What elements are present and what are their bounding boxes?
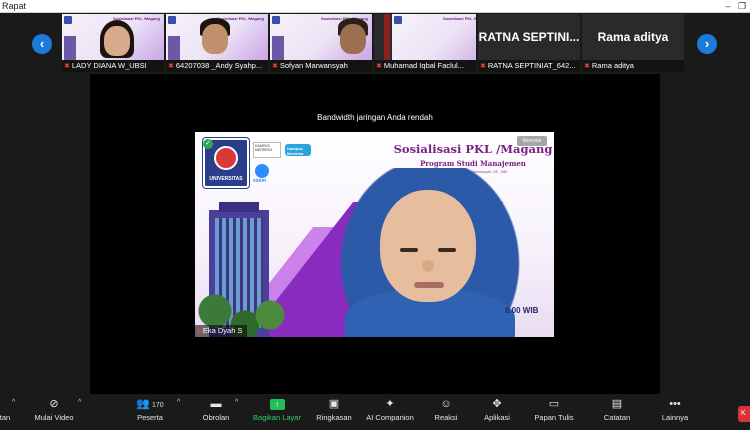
partner-logos: KAMPUS MERDEKA Kampus Merdeka zoom: [253, 142, 313, 184]
whiteboard-icon: ▭: [548, 398, 560, 410]
summary-button[interactable]: ▣ Ringkasan: [313, 397, 355, 422]
chat-options-caret[interactable]: ^: [235, 399, 238, 406]
participant-tile[interactable]: Sosialisasi PKL /Magang ✖Muhamad Iqbal F…: [374, 14, 476, 72]
muted-mic-icon: ✖: [64, 63, 70, 70]
participant-name: ✖ Muhamad Iqbal Faclul...: [374, 60, 476, 72]
participant-video: Sosialisasi PKL /Magang: [62, 14, 164, 60]
partner-logo: Kampus Merdeka: [285, 144, 311, 156]
main-stage: Bandwidth jaringan Anda rendah UNIVERSIT…: [90, 74, 660, 394]
participant-video: Sosialisasi PKL /Magang: [166, 14, 268, 60]
end-meeting-button[interactable]: K: [738, 406, 750, 422]
summary-icon: ▣: [328, 398, 340, 410]
slide-subtitle: Program Studi Manajemen: [420, 159, 526, 168]
notes-button[interactable]: ▤ Catatan: [600, 397, 634, 422]
muted-mic-icon: ✖: [584, 63, 590, 70]
shared-screen[interactable]: UNIVERSITAS ✓ KAMPUS MERDEKA Kampus Merd…: [195, 132, 554, 337]
video-options-caret[interactable]: ^: [78, 399, 81, 406]
participant-gallery: ‹ Sosialisasi PKL /Magang ✖ LADY DIANA W_…: [0, 14, 750, 74]
restore-icon[interactable]: ❐: [736, 0, 748, 12]
participant-tile[interactable]: Rama aditya ✖ Rama aditya: [582, 14, 684, 72]
more-button[interactable]: ••• Lainnya: [658, 397, 692, 422]
chat-icon: ▬: [210, 398, 222, 410]
participant-name-display: Rama aditya: [597, 30, 669, 44]
participant-name: ✖ 64207038 _Andy Syahp...: [166, 60, 268, 72]
audio-button[interactable]: tan: [0, 397, 12, 422]
participant-video: Sosialisasi PKL /Magang: [374, 14, 476, 60]
participant-tile[interactable]: Sosialisasi PKL /Magang ✖ 64207038 _Andy …: [166, 14, 268, 72]
participants-options-caret[interactable]: ^: [177, 399, 180, 406]
zoom-logo-text: zoom: [253, 178, 267, 184]
video-off-icon: ⊘: [49, 398, 59, 410]
participant-name: ✖ RATNA SEPTINIAT_642...: [478, 60, 580, 72]
presenter-name-tag: ▮ Eka Dyah S: [195, 325, 248, 337]
meeting-toolbar: tan ^ ⊘ Mulai Video ^ 👥 170 Peserta ^ ▬ O…: [0, 394, 750, 430]
participants-button[interactable]: 👥 170 Peserta: [130, 397, 170, 422]
share-screen-icon: ↑: [269, 399, 285, 410]
participants-count: 170: [152, 402, 164, 409]
muted-mic-icon: ✖: [480, 63, 486, 70]
sparkle-icon: ✦: [385, 398, 395, 410]
muted-mic-icon: ✖: [376, 63, 382, 70]
reactions-button[interactable]: ☺ Reaksi: [430, 397, 462, 422]
mic-signal-icon: ▮: [197, 328, 201, 335]
apps-button[interactable]: ✥ Aplikasi: [480, 397, 514, 422]
notes-icon: ▤: [611, 398, 623, 410]
participant-name: ✖ Sofyan Marwansyah: [270, 60, 372, 72]
slide-time: 6.00 WIB: [505, 306, 539, 315]
participants-icon: 👥: [136, 398, 150, 410]
microphone-icon: [0, 397, 12, 411]
participant-name-display: RATNA SEPTINI...: [478, 30, 580, 44]
muted-mic-icon: ✖: [168, 63, 174, 70]
kampus-merdeka-logo: KAMPUS MERDEKA: [253, 142, 281, 158]
audio-options-caret[interactable]: ^: [12, 399, 15, 406]
muted-mic-icon: ✖: [272, 63, 278, 70]
participant-video: Sosialisasi PKL /Magang: [270, 14, 372, 60]
start-video-button[interactable]: ⊘ Mulai Video: [32, 397, 76, 422]
whiteboard-button[interactable]: ▭ Papan Tulis: [532, 397, 576, 422]
window-title: Rapat: [2, 1, 27, 11]
participant-tile[interactable]: Sosialisasi PKL /Magang ✖Sofyan Marwansy…: [270, 14, 372, 72]
share-screen-button[interactable]: ↑ Bagikan Layar: [250, 397, 304, 422]
minimize-icon[interactable]: –: [722, 0, 734, 12]
zoom-logo-icon: [255, 164, 269, 178]
meeting-chip: Menyala: [517, 136, 547, 146]
chat-button[interactable]: ▬ Obrolan: [198, 397, 234, 422]
gallery-next-button[interactable]: ›: [697, 34, 717, 54]
gallery-prev-button[interactable]: ‹: [32, 34, 52, 54]
presenter-video: [335, 168, 525, 337]
bandwidth-warning: Bandwidth jaringan Anda rendah: [317, 113, 433, 122]
apps-icon: ✥: [492, 398, 502, 410]
participant-name: ✖ LADY DIANA W_UBSI: [62, 60, 164, 72]
participant-tile[interactable]: RATNA SEPTINI... ✖ RATNA SEPTINIAT_642...: [478, 14, 580, 72]
ai-companion-button[interactable]: ✦ AI Companion: [362, 397, 418, 422]
more-icon: •••: [669, 398, 681, 410]
presenter-face: [380, 190, 476, 302]
emoji-icon: ☺: [440, 398, 452, 410]
shield-icon: ✓: [203, 139, 213, 149]
title-bar: Rapat – ❐: [0, 0, 750, 13]
participant-name: ✖ Rama aditya: [582, 60, 684, 72]
participant-tile[interactable]: Sosialisasi PKL /Magang ✖ LADY DIANA W_UB…: [62, 14, 164, 72]
